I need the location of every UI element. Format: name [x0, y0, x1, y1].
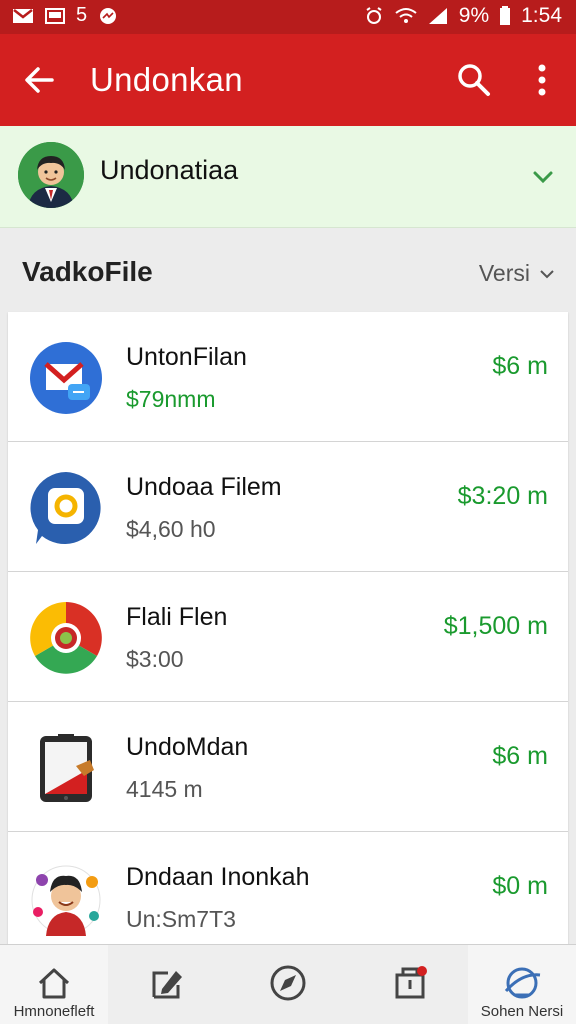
compass-icon: [270, 965, 306, 1001]
item-price: $0 m: [492, 872, 548, 900]
status-bar: 5 9% 1:54: [0, 0, 576, 34]
gmail-icon: [13, 8, 33, 23]
list-item[interactable]: Undoaa Filem $4,60 h0 $3:20 m: [8, 442, 568, 572]
item-subtitle: 4145 m: [126, 776, 203, 802]
alarm-icon: [366, 7, 382, 24]
item-subtitle: $3:00: [126, 646, 184, 672]
clock: 1:54: [521, 4, 562, 27]
back-arrow-icon[interactable]: [18, 58, 62, 102]
sort-dropdown[interactable]: Versi: [479, 260, 556, 287]
nav-home-label: Hmnonefleft: [13, 1003, 95, 1020]
more-vert-icon[interactable]: [520, 58, 564, 102]
item-price: $6 m: [492, 742, 548, 770]
sort-label: Versi: [478, 260, 530, 286]
nav-version-label: Sohen Nersi: [480, 1003, 564, 1020]
nav-edit[interactable]: [116, 945, 216, 1024]
chevron-down-icon: [540, 269, 554, 278]
battery-icon: [500, 6, 511, 25]
page-title: Undonkan: [90, 61, 243, 98]
item-title: UntonFilan: [126, 343, 247, 371]
screen-icon: [45, 7, 65, 24]
mail-app-icon: [28, 340, 104, 416]
account-selector[interactable]: Undonatiaa: [0, 126, 576, 228]
item-title: Dndaan Inonkah: [126, 863, 310, 891]
list-item[interactable]: UndoMdan 4145 m $6 m: [8, 702, 568, 832]
file-list: UntonFilan $79nmm $6 m Undoaa Filem $4,6…: [8, 312, 568, 946]
section-header: VadkoFile Versi: [0, 240, 576, 304]
notification-count: 5: [76, 4, 88, 26]
inbox-icon: [395, 966, 427, 999]
signal-icon: [428, 8, 447, 24]
messenger-icon: [100, 7, 117, 24]
item-title: Undoaa Filem: [126, 473, 282, 501]
list-item[interactable]: Dndaan Inonkah Un:Sm7T3 $0 m: [8, 832, 568, 946]
nav-inbox[interactable]: [360, 945, 460, 1024]
tablet-app-icon: [28, 730, 104, 806]
item-price: $1,500 m: [443, 612, 548, 640]
section-title: VadkoFile: [22, 256, 153, 287]
nav-explore[interactable]: [238, 945, 338, 1024]
item-subtitle: Un:Sm7T3: [126, 906, 236, 932]
list-item[interactable]: Flali Flen $3:00 $1,500 m: [8, 572, 568, 702]
avatar-app-icon: [28, 860, 104, 936]
item-price: $3:20 m: [457, 482, 548, 510]
home-icon: [38, 968, 70, 999]
app-bar: Undonkan: [0, 34, 576, 126]
account-name: Undonatiaa: [100, 155, 239, 185]
item-subtitle: $4,60 h0: [126, 516, 216, 542]
nav-version[interactable]: Sohen Nersi: [468, 945, 576, 1024]
camera-app-icon: [28, 470, 104, 546]
item-price: $6 m: [492, 352, 548, 380]
battery-percent: 9%: [458, 4, 490, 27]
globe-icon: [504, 967, 541, 999]
item-subtitle: $79nmm: [126, 386, 216, 412]
item-title: Flali Flen: [126, 603, 228, 631]
wifi-icon: [395, 8, 417, 23]
search-icon[interactable]: [452, 58, 496, 102]
avatar: [18, 142, 84, 208]
item-title: UndoMdan: [126, 733, 249, 761]
nav-home[interactable]: Hmnonefleft: [0, 945, 108, 1024]
list-item[interactable]: UntonFilan $79nmm $6 m: [8, 312, 568, 442]
edit-icon: [152, 971, 182, 999]
chevron-down-icon[interactable]: [528, 162, 558, 192]
bottom-nav: Hmnonefleft Sohen Nersi: [0, 944, 576, 1024]
chrome-icon: [28, 600, 104, 676]
